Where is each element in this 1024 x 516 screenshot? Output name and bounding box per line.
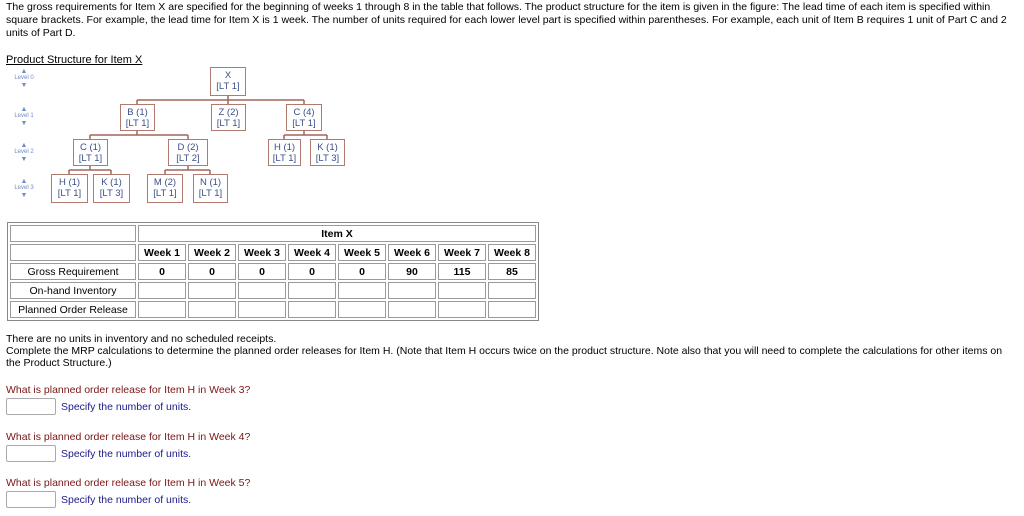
table-cell [288,282,336,299]
table-row: Planned Order Release [10,301,536,318]
row-label: On-hand Inventory [10,282,136,299]
table-title: Item X [138,225,536,242]
table-row: On-hand Inventory [10,282,536,299]
node-x: X [LT 1] [210,67,246,96]
connector-x [136,96,305,104]
table-cell [238,282,286,299]
instructions: There are no units in inventory and no s… [6,333,1011,369]
question-week-3: What is planned order release for Item H… [6,384,250,415]
connector-c4 [283,131,328,139]
connector-d [164,166,211,174]
week-header: Week 5 [338,244,386,261]
node-m: M (2) [LT 1] [147,174,183,203]
question-text: What is planned order release for Item H… [6,384,251,396]
table-cell [338,301,386,318]
table-cell [388,301,436,318]
week-header-row: Week 1 Week 2 Week 3 Week 4 Week 5 Week … [10,244,536,261]
table-cell: 0 [238,263,286,280]
product-structure-tree: X [LT 1] B (1) [LT 1] Z (2) [LT 1] C (4) [LT… [0,0,400,215]
week-header: Week 8 [488,244,536,261]
week-header: Week 2 [188,244,236,261]
mrp-instruction: Complete the MRP calculations to determi… [6,345,1003,369]
row-label: Gross Requirement [10,263,136,280]
mrp-table: Item X Week 1 Week 2 Week 3 Week 4 Week … [7,222,539,321]
answer-input-week-5[interactable] [6,491,56,508]
answer-input-week-3[interactable] [6,398,56,415]
connector-b [89,131,189,139]
table-cell [138,282,186,299]
node-b: B (1) [LT 1] [120,104,155,131]
table-cell: 0 [188,263,236,280]
answer-hint: Specify the number of units. [61,447,192,460]
table-cell: 115 [438,263,486,280]
question-text: What is planned order release for Item H… [6,431,251,443]
row-label: Planned Order Release [10,301,136,318]
table-cell [488,301,536,318]
table-cell [488,282,536,299]
week-header: Week 6 [388,244,436,261]
table-cell: 0 [338,263,386,280]
node-d: D (2) [LT 2] [168,139,208,166]
week-header: Week 7 [438,244,486,261]
answer-input-week-4[interactable] [6,445,56,462]
table-cell [388,282,436,299]
table-cell [188,282,236,299]
week-header: Week 4 [288,244,336,261]
node-n: N (1) [LT 1] [193,174,228,203]
answer-hint: Specify the number of units. [61,493,192,506]
table-cell: 85 [488,263,536,280]
node-z: Z (2) [LT 1] [211,104,246,131]
inventory-note: There are no units in inventory and no s… [6,333,277,345]
table-cell [338,282,386,299]
table-cell [288,301,336,318]
node-k-left: K (1) [LT 3] [93,174,130,203]
table-cell: 0 [288,263,336,280]
table-cell [138,301,186,318]
node-c4: C (4) [LT 1] [286,104,322,131]
answer-hint: Specify the number of units. [61,400,192,413]
node-k-right: K (1) [LT 3] [310,139,345,166]
table-cell: 90 [388,263,436,280]
node-c1: C (1) [LT 1] [73,139,108,166]
table-cell [238,301,286,318]
question-text: What is planned order release for Item H… [6,477,251,489]
node-h-right: H (1) [LT 1] [268,139,301,166]
table-cell: 0 [138,263,186,280]
table-cell [438,301,486,318]
node-h-left: H (1) [LT 1] [51,174,88,203]
question-week-5: What is planned order release for Item H… [6,477,250,508]
connector-c1 [68,166,112,174]
question-week-4: What is planned order release for Item H… [6,431,250,462]
empty-cell [10,244,136,261]
table-cell [188,301,236,318]
table-cell [438,282,486,299]
week-header: Week 3 [238,244,286,261]
table-row: Gross Requirement 0 0 0 0 0 90 115 85 [10,263,536,280]
table-title-row: Item X [10,225,536,242]
week-header: Week 1 [138,244,186,261]
empty-cell [10,225,136,242]
